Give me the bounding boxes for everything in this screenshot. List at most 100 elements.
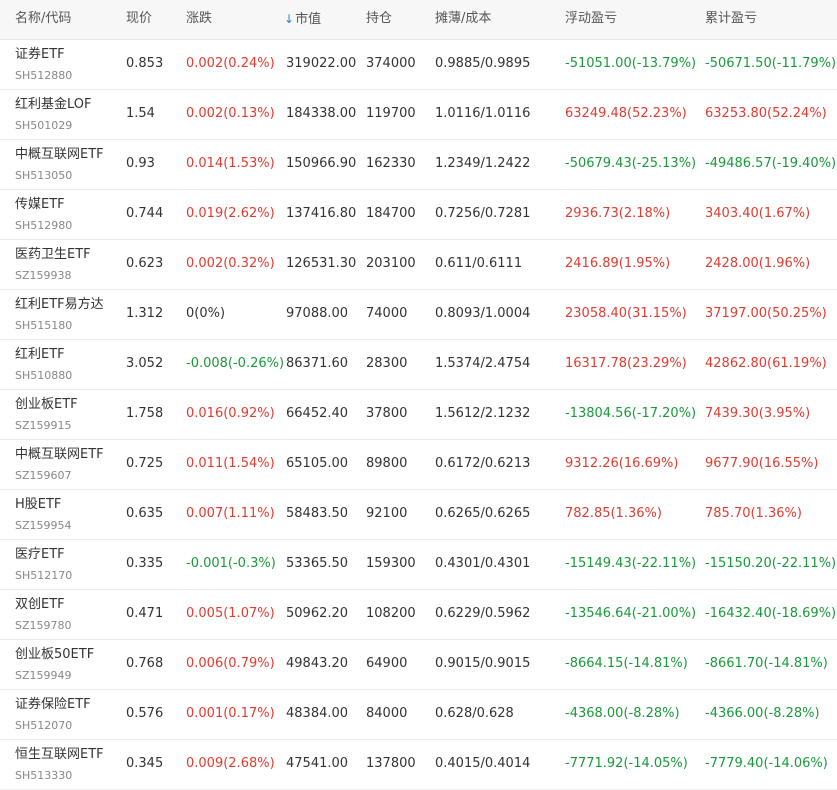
col-header-market-value-label: 市值 (295, 12, 322, 27)
table-row[interactable]: 传媒ETF SH512980 0.744 0.019(2.62%) 137416.80 1… (0, 190, 837, 240)
change-cell: 0(0%) (186, 306, 226, 321)
floating-pl-cell: 23058.40(31.15%) (565, 306, 687, 321)
floating-pl-cell: 16317.78(23.29%) (565, 356, 687, 371)
table-row[interactable]: 创业板ETF SZ159915 1.758 0.016(0.92%) 66452.40 3… (0, 390, 837, 440)
position-cell: 203100 (366, 256, 416, 271)
cost-cell: 0.9015/0.9015 (435, 656, 531, 671)
cost-cell: 0.7256/0.7281 (435, 206, 531, 221)
total-pl-cell: 7439.30(3.95%) (705, 406, 811, 421)
fund-code: SH510880 (15, 369, 73, 382)
cost-cell: 0.611/0.6111 (435, 256, 523, 271)
table-row[interactable]: 医疗ETF SH512170 0.335 -0.001(-0.3%) 53365.50 1… (0, 540, 837, 590)
market-value-cell: 48384.00 (286, 706, 349, 721)
cost-cell: 0.8093/1.0004 (435, 306, 531, 321)
floating-pl-cell: 2936.73(2.18%) (565, 206, 671, 221)
total-pl-cell: -4366.00(-8.28%) (705, 706, 820, 721)
table-row[interactable]: 红利ETF SH510880 3.052 -0.008(-0.26%) 86371.60… (0, 340, 837, 390)
floating-pl-cell: -13804.56(-17.20%) (565, 406, 697, 421)
table-row[interactable]: 恒生互联网ETF SH513330 0.345 0.009(2.68%) 47541.0… (0, 740, 837, 790)
total-pl-cell: -15150.20(-22.11%) (705, 556, 837, 571)
cost-cell: 1.5612/2.1232 (435, 406, 531, 421)
market-value-cell: 53365.50 (286, 556, 349, 571)
change-cell: 0.007(1.11%) (186, 506, 275, 521)
floating-pl-cell: -7771.92(-14.05%) (565, 756, 688, 771)
floating-pl-cell: -13546.64(-21.00%) (565, 606, 697, 621)
total-pl-cell: -8661.70(-14.81%) (705, 656, 828, 671)
table-row[interactable]: 红利基金LOF SH501029 1.54 0.002(0.13%) 184338.00… (0, 90, 837, 140)
cost-cell: 0.4015/0.4014 (435, 756, 531, 771)
market-value-cell: 65105.00 (286, 456, 349, 471)
market-value-cell: 97088.00 (286, 306, 349, 321)
fund-name: 传媒ETF (15, 197, 65, 212)
col-header-total-pl[interactable]: 累计盈亏 (705, 11, 757, 27)
price-cell: 0.744 (126, 206, 164, 221)
table-row[interactable]: 创业板50ETF SZ159949 0.768 0.006(0.79%) 49843.2… (0, 640, 837, 690)
fund-code: SZ159954 (15, 519, 72, 532)
cost-cell: 0.9885/0.9895 (435, 56, 531, 71)
position-cell: 89800 (366, 456, 408, 471)
fund-code: SH512980 (15, 219, 73, 232)
total-pl-cell: -7779.40(-14.06%) (705, 756, 828, 771)
col-header-position[interactable]: 持仓 (366, 11, 392, 27)
floating-pl-cell: -4368.00(-8.28%) (565, 706, 680, 721)
price-cell: 0.345 (126, 756, 164, 771)
floating-pl-cell: -51051.00(-13.79%) (565, 56, 697, 71)
fund-code: SH512070 (15, 719, 73, 732)
fund-code: SH513330 (15, 769, 73, 782)
price-cell: 0.576 (126, 706, 164, 721)
col-header-price[interactable]: 现价 (126, 11, 152, 27)
table-row[interactable]: 红利ETF易方达 SH515180 1.312 0(0%) 97088.00 74000 0… (0, 290, 837, 340)
col-header-cost[interactable]: 摊薄/成本 (435, 11, 491, 27)
position-cell: 84000 (366, 706, 408, 721)
market-value-cell: 50962.20 (286, 606, 349, 621)
fund-code: SH501029 (15, 119, 73, 132)
col-header-change[interactable]: 涨跌 (186, 11, 212, 27)
col-header-market-value[interactable]: ↓市值 (284, 11, 321, 28)
price-cell: 0.768 (126, 656, 164, 671)
price-cell: 0.635 (126, 506, 164, 521)
floating-pl-cell: -15149.43(-22.11%) (565, 556, 697, 571)
col-header-name-code[interactable]: 名称/代码 (15, 11, 71, 27)
position-cell: 162330 (366, 156, 416, 171)
col-header-floating-pl[interactable]: 浮动盈亏 (565, 11, 617, 27)
position-cell: 92100 (366, 506, 408, 521)
fund-code: SH515180 (15, 319, 73, 332)
total-pl-cell: -16432.40(-18.69%) (705, 606, 837, 621)
market-value-cell: 66452.40 (286, 406, 349, 421)
fund-code: SZ159780 (15, 619, 72, 632)
table-row[interactable]: 医药卫生ETF SZ159938 0.623 0.002(0.32%) 126531.3… (0, 240, 837, 290)
cost-cell: 0.4301/0.4301 (435, 556, 531, 571)
market-value-cell: 126531.30 (286, 256, 357, 271)
position-cell: 374000 (366, 56, 416, 71)
total-pl-cell: -49486.57(-19.40%) (705, 156, 837, 171)
change-cell: -0.008(-0.26%) (186, 356, 285, 371)
fund-name: 恒生互联网ETF (15, 747, 104, 762)
fund-name: 医疗ETF (15, 547, 65, 562)
market-value-cell: 86371.60 (286, 356, 349, 371)
total-pl-cell: -50671.50(-11.79%) (705, 56, 837, 71)
change-cell: 0.011(1.54%) (186, 456, 275, 471)
fund-code: SH513050 (15, 169, 73, 182)
position-cell: 108200 (366, 606, 416, 621)
market-value-cell: 137416.80 (286, 206, 357, 221)
position-cell: 64900 (366, 656, 408, 671)
holdings-table: 名称/代码 现价 涨跌 ↓市值 持仓 摊薄/成本 浮动盈亏 累计盈亏 证券ETF… (0, 0, 837, 790)
table-row[interactable]: 证券保险ETF SH512070 0.576 0.001(0.17%) 48384.00… (0, 690, 837, 740)
table-row[interactable]: 中概互联网ETF SZ159607 0.725 0.011(1.54%) 65105.0… (0, 440, 837, 490)
table-row[interactable]: 中概互联网ETF SH513050 0.93 0.014(1.53%) 150966.9… (0, 140, 837, 190)
cost-cell: 0.628/0.628 (435, 706, 514, 721)
price-cell: 0.725 (126, 456, 164, 471)
price-cell: 3.052 (126, 356, 164, 371)
change-cell: 0.002(0.13%) (186, 106, 275, 121)
table-row[interactable]: 证券ETF SH512880 0.853 0.002(0.24%) 319022.00 3… (0, 40, 837, 90)
fund-code: SZ159607 (15, 469, 72, 482)
table-body: 证券ETF SH512880 0.853 0.002(0.24%) 319022.00 3… (0, 40, 837, 790)
floating-pl-cell: 9312.26(16.69%) (565, 456, 679, 471)
table-row[interactable]: 双创ETF SZ159780 0.471 0.005(1.07%) 50962.20 10… (0, 590, 837, 640)
fund-name: 医药卫生ETF (15, 247, 91, 262)
change-cell: 0.002(0.32%) (186, 256, 275, 271)
table-row[interactable]: H股ETF SZ159954 0.635 0.007(1.11%) 58483.50 92… (0, 490, 837, 540)
position-cell: 74000 (366, 306, 408, 321)
change-cell: 0.005(1.07%) (186, 606, 275, 621)
position-cell: 159300 (366, 556, 416, 571)
